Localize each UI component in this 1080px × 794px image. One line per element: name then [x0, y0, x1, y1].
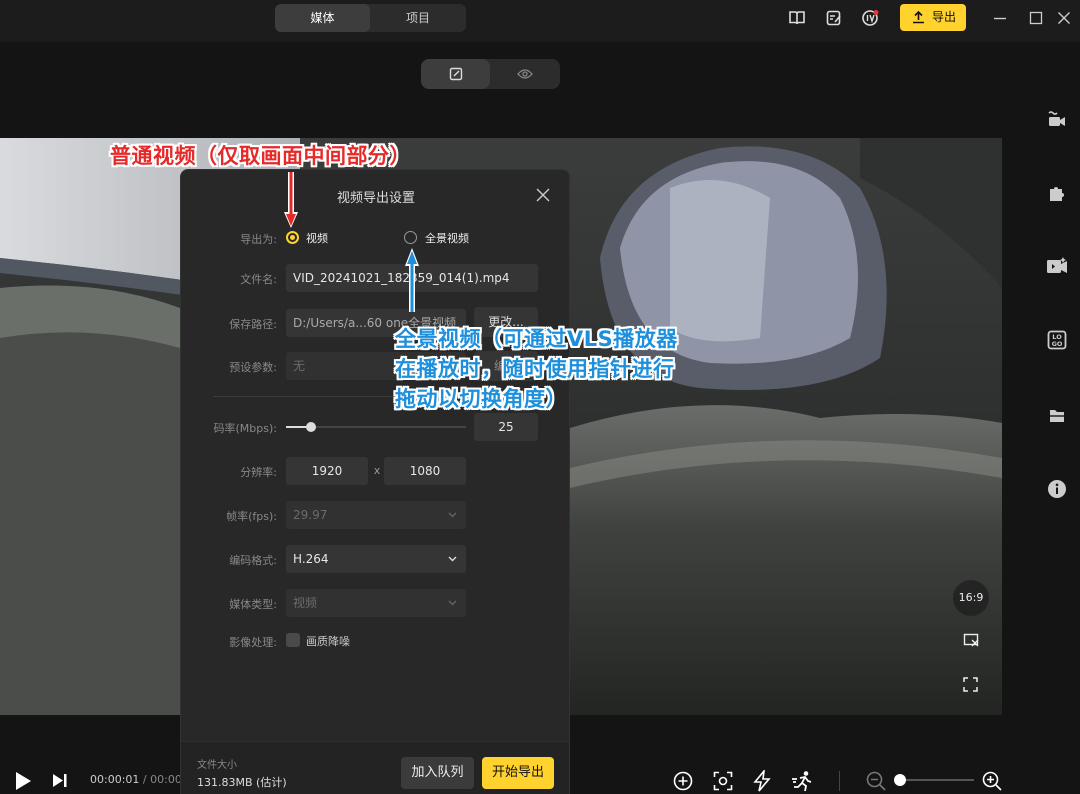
option-video-label[interactable]: 视频 [306, 230, 328, 246]
denoise-checkbox[interactable] [286, 633, 300, 647]
radio-panorama[interactable] [404, 231, 417, 244]
minimize-icon[interactable] [992, 10, 1008, 26]
time-total: 00:00 [150, 773, 182, 786]
time-current: 00:00:01 [90, 773, 140, 786]
chevron-down-icon [448, 512, 457, 518]
top-bar: 媒体 项目 导出 [0, 0, 1080, 42]
fps-select[interactable]: 29.97 [286, 501, 466, 529]
dialog-title: 视频导出设置 [336, 191, 415, 206]
export-as-label: 导出为: [240, 233, 277, 246]
logo-icon: LOGO [1047, 330, 1067, 350]
time-display: 00:00:01 / 00:00 [90, 773, 182, 786]
close-window-icon[interactable] [1056, 10, 1072, 26]
denoise-label[interactable]: 画质降噪 [306, 633, 350, 649]
sidebar-item-layers[interactable] [1040, 398, 1074, 432]
play-icon[interactable] [14, 771, 32, 791]
file-size-value: 131.83MB (估计) [197, 776, 287, 789]
layers-icon [1050, 410, 1064, 422]
close-icon[interactable] [535, 187, 551, 203]
zoom-out-icon[interactable] [866, 771, 886, 791]
resolution-height-input[interactable]: 1080 [384, 457, 466, 485]
video-effects-icon [1047, 257, 1067, 273]
sidebar-item-effects[interactable] [1040, 249, 1074, 283]
edit-mode-button[interactable] [421, 59, 490, 89]
time-separator: / [142, 773, 147, 786]
radio-video[interactable] [286, 231, 299, 244]
chevron-down-icon [448, 556, 457, 562]
preview-mode-toggle [421, 59, 560, 89]
media-type-select[interactable]: 视频 [286, 589, 466, 617]
edit-note-icon[interactable] [825, 9, 843, 27]
bitrate-input[interactable]: 25 [474, 413, 538, 441]
annotation-line-2: 在播放时，随时使用指针进行 [395, 357, 675, 381]
preview-mode-button[interactable] [490, 59, 560, 89]
fps-label: 帧率(fps): [226, 510, 277, 523]
image-processing-label: 影像处理: [229, 636, 277, 649]
export-label: 导出 [931, 10, 956, 24]
chevron-down-icon [448, 600, 457, 606]
save-path-label: 保存路径: [229, 318, 277, 331]
annotation-line-3: 拖动以切换角度） [395, 387, 567, 411]
edit-icon [449, 67, 462, 81]
file-size-label: 文件大小 [197, 760, 237, 771]
media-type-value: 视频 [293, 596, 318, 610]
annotation-line-1: 全景视频（可通过VLS播放器 [395, 327, 678, 351]
blue-arrow-icon [405, 248, 419, 312]
start-export-button[interactable]: 开始导出 [482, 757, 554, 789]
sidebar-item-stabilize[interactable] [1040, 102, 1074, 136]
bitrate-slider-track[interactable] [286, 422, 466, 432]
resolution-separator: x [373, 464, 381, 477]
sidebar-item-info[interactable] [1040, 472, 1074, 506]
stabilize-camera-icon [1048, 111, 1065, 126]
tab-project[interactable]: 项目 [370, 4, 466, 32]
filename-label: 文件名: [240, 273, 277, 286]
export-button[interactable]: 导出 [900, 4, 966, 31]
option-panorama-label[interactable]: 全景视频 [425, 230, 469, 246]
preset-label: 预设参数: [229, 361, 277, 374]
bitrate-label: 码率(Mbps): [213, 422, 277, 435]
fullscreen-icon[interactable] [963, 677, 978, 692]
focus-track-icon[interactable] [713, 771, 733, 791]
resolution-width-input[interactable]: 1920 [286, 457, 368, 485]
bar-divider [839, 771, 840, 791]
next-frame-icon[interactable] [52, 773, 68, 788]
aspect-ratio-button[interactable]: 16:9 [953, 580, 989, 616]
info-icon [1048, 480, 1066, 498]
upload-icon [913, 10, 924, 24]
resolution-label: 分辨率: [240, 466, 277, 479]
tab-switch: 媒体 项目 [275, 4, 466, 32]
tab-media[interactable]: 媒体 [275, 4, 370, 32]
zoom-in-icon[interactable] [982, 771, 1002, 791]
codec-select[interactable]: H.264 [286, 545, 466, 573]
puzzle-icon [1050, 187, 1064, 201]
svg-text:GO: GO [1052, 340, 1063, 348]
dialog-footer: 文件大小 131.83MB (估计) 加入队列 开始导出 [181, 741, 569, 794]
annotation-panorama-video: 全景视频（可通过VLS播放器 在播放时，随时使用指针进行 拖动以切换角度） [395, 324, 678, 414]
add-to-queue-button[interactable]: 加入队列 [401, 757, 474, 789]
zoom-slider-track[interactable] [900, 779, 974, 781]
flash-icon[interactable] [753, 770, 771, 792]
app-window: 媒体 项目 导出 16:9 LO GO 00:00:01 / 00:00 视频导… [0, 0, 1080, 794]
zoom-slider-handle[interactable] [894, 774, 906, 786]
export-settings-dialog: 视频导出设置 导出为: 视频 全景视频 文件名: VID_20241021_18… [180, 169, 570, 794]
sidebar-item-plugins[interactable] [1040, 176, 1074, 210]
bitrate-slider-handle[interactable] [306, 422, 317, 432]
version-icon[interactable] [861, 9, 879, 27]
speed-run-icon[interactable] [791, 770, 813, 792]
codec-value: H.264 [293, 552, 329, 566]
maximize-icon[interactable] [1028, 10, 1044, 26]
sidebar-item-logo[interactable]: LO GO [1040, 323, 1074, 357]
eye-icon [517, 69, 533, 79]
crop-icon[interactable] [963, 633, 980, 648]
book-icon[interactable] [788, 9, 806, 27]
fps-value: 29.97 [293, 508, 328, 522]
red-arrow-icon [284, 172, 298, 228]
annotation-normal-video: 普通视频（仅取画面中间部分） [110, 144, 411, 168]
codec-label: 编码格式: [229, 554, 277, 567]
add-marker-icon[interactable] [673, 771, 693, 791]
media-type-label: 媒体类型: [229, 598, 277, 611]
